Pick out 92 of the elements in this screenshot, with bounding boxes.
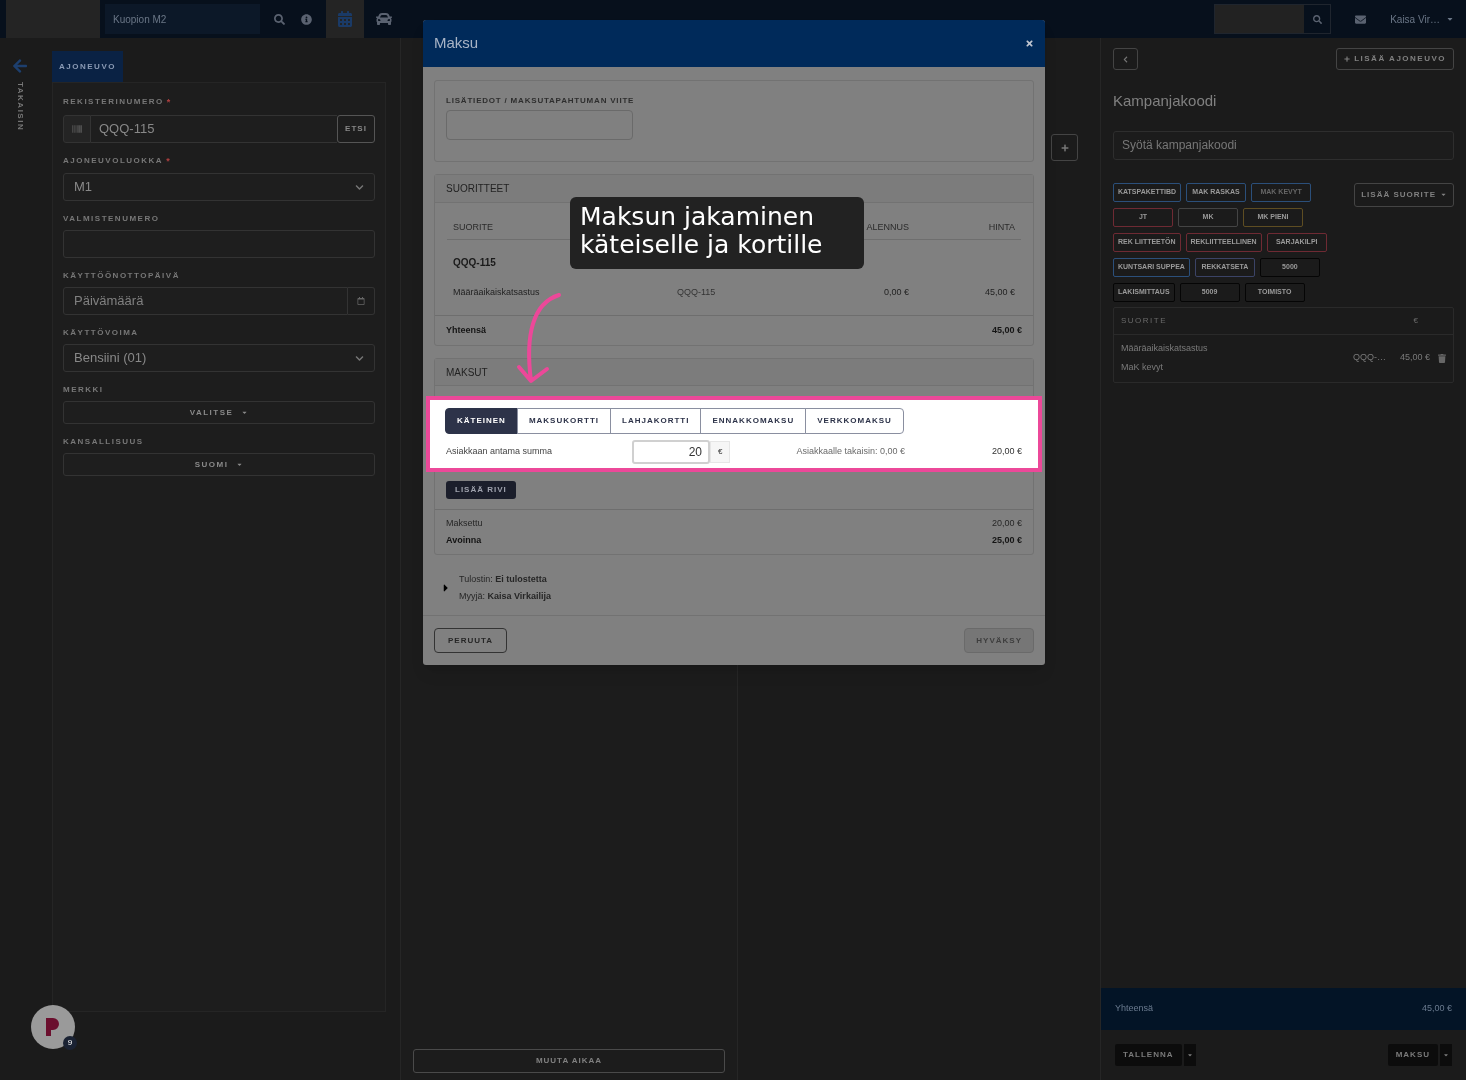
section-title: SUORITTEET xyxy=(446,182,510,196)
service-name: Määräaikaiskatsastus xyxy=(1121,341,1208,355)
discount-cell-text: 0,00 € xyxy=(883,285,910,299)
field-label: VALMISTENUMERO xyxy=(63,213,160,225)
printer-text: Tulostin: Ei tulostetta xyxy=(459,573,548,586)
plus-icon xyxy=(1344,56,1351,62)
chevron-left-icon xyxy=(1122,55,1129,63)
column-header: SUORITE xyxy=(1121,314,1168,327)
pay-options-button[interactable] xyxy=(1440,1044,1452,1066)
change-text: Asiakkaalle takaisin: 0,00 € xyxy=(796,445,905,459)
seller-text: Myyjä: Kaisa Virkailija xyxy=(459,589,551,603)
search-icon[interactable] xyxy=(274,13,285,25)
registration-field[interactable]: QQQ-115 xyxy=(91,114,337,143)
currency-addon: € xyxy=(710,441,731,463)
notification-badge: 9 xyxy=(63,1036,77,1050)
total-label: Yhteensä xyxy=(446,323,487,337)
back-arrow-icon[interactable] xyxy=(12,58,28,74)
add-row-button[interactable]: LISÄÄ RIVI xyxy=(446,481,516,499)
column-header: HINTA xyxy=(988,221,1016,234)
add-service-button[interactable]: LISÄÄ SUORITE xyxy=(1354,182,1454,207)
car-icon[interactable] xyxy=(376,11,392,27)
amount-field[interactable]: 20 xyxy=(632,440,710,464)
caret-icon xyxy=(1443,1052,1449,1058)
add-button[interactable] xyxy=(1051,134,1078,161)
dropdown-button[interactable]: SUOMI xyxy=(63,453,375,476)
campaign-title: Kampanjakoodi xyxy=(1113,91,1218,111)
payment-method-tab[interactable]: VERKKOMAKSU xyxy=(805,408,904,434)
paid-value: 20,00 € xyxy=(991,517,1022,530)
payment-method-tab[interactable]: KÄTEINEN xyxy=(445,408,518,434)
user-menu[interactable]: Kaisa Vir… xyxy=(1390,0,1466,38)
total-value: 45,00 € xyxy=(1421,1002,1452,1016)
caret-icon xyxy=(241,409,249,416)
caret-icon xyxy=(1186,1052,1193,1058)
info-icon[interactable] xyxy=(301,13,312,25)
payment-method-tab[interactable]: ENNAKKOMAKSU xyxy=(700,408,807,434)
payment-method-tab[interactable]: MAKSUKORTTI xyxy=(516,408,611,434)
section-title: MAKSUT xyxy=(446,365,488,380)
field-label: LISÄTIEDOT / MAKSUTAPAHTUMAN VIITE xyxy=(446,95,636,107)
caret-icon xyxy=(1440,191,1447,198)
required-mark: * xyxy=(166,154,170,168)
column-header: ALENNUS xyxy=(866,221,910,234)
vehicle-cell: QQQ-115 xyxy=(677,285,716,299)
vehicle-tab[interactable]: AJONEUVO xyxy=(52,51,123,82)
select-field[interactable]: M1 xyxy=(63,173,375,201)
price-cell: 45,00 € xyxy=(1399,351,1430,365)
field-label: KÄYTTÖÖNOTTOPÄIVÄ xyxy=(63,270,180,282)
chevron-down-icon xyxy=(355,182,364,192)
back-button[interactable] xyxy=(1113,48,1138,70)
field-label: REKISTERINUMERO xyxy=(63,96,164,108)
select-field[interactable]: Bensiini (01) xyxy=(63,344,375,372)
app-logo-avatar[interactable] xyxy=(31,1005,75,1049)
payment-method-tab[interactable]: LAHJAKORTTI xyxy=(610,408,702,434)
dropdown-button[interactable]: VALITSE xyxy=(63,401,375,424)
tooltip: Maksun jakaminen käteiselle ja kortille xyxy=(570,197,864,269)
total-value: 45,00 € xyxy=(991,323,1022,337)
service-detail: MaK kevyt xyxy=(1121,361,1164,374)
vehicle-cell: QQQ-… xyxy=(1352,351,1386,365)
caret-icon xyxy=(236,461,244,468)
open-label: Avoinna xyxy=(446,533,482,547)
line-total: 20,00 € xyxy=(991,445,1022,459)
calendar-icon[interactable] xyxy=(357,297,365,305)
close-icon[interactable] xyxy=(1025,39,1034,48)
caret-icon xyxy=(1446,15,1454,23)
pay-button[interactable]: MAKSU xyxy=(1387,1044,1438,1066)
chevron-down-icon xyxy=(355,353,364,363)
back-label[interactable]: TAKAISIN xyxy=(14,82,26,132)
vehicle-group-label: QQQ-115 xyxy=(453,256,496,268)
price-cell-text: 45,00 € xyxy=(984,285,1016,299)
field-label: KÄYTTÖVOIMA xyxy=(63,327,139,339)
search-button[interactable]: ETSI xyxy=(337,114,375,143)
paid-label: Maksettu xyxy=(446,517,483,530)
amount-label: Asiakkaan antama summa xyxy=(446,445,554,459)
field-label: AJONEUVOLUOKKA xyxy=(63,154,164,167)
field-label: MERKKI xyxy=(63,384,104,396)
open-value: 25,00 € xyxy=(991,533,1022,547)
change-time-button[interactable]: MUUTA AIKAA xyxy=(413,1049,725,1073)
column-header: SUORITE xyxy=(452,221,494,234)
required-mark: * xyxy=(166,96,171,109)
date-field[interactable]: Päivämäärä xyxy=(63,287,348,315)
field-label: KANSALLISUUS xyxy=(63,436,144,448)
cancel-button[interactable]: PERUUTA xyxy=(434,628,508,653)
plus-icon xyxy=(1060,143,1069,152)
mail-icon[interactable] xyxy=(1355,13,1367,25)
trash-icon[interactable] xyxy=(1438,353,1446,363)
location-select[interactable]: Kuopion M2 xyxy=(105,4,260,34)
save-button[interactable]: TALLENNA xyxy=(1115,1044,1182,1066)
add-vehicle-button[interactable]: LISÄÄ AJONEUVO xyxy=(1336,48,1454,70)
dialog-title: Maksu xyxy=(434,33,479,54)
total-label: Yhteensä xyxy=(1115,1002,1154,1016)
campaign-code-field[interactable]: Syötä kampanjakoodi xyxy=(1113,130,1454,160)
service-name: Määräaikaiskatsastus xyxy=(452,285,541,299)
column-header: € xyxy=(1413,314,1418,327)
